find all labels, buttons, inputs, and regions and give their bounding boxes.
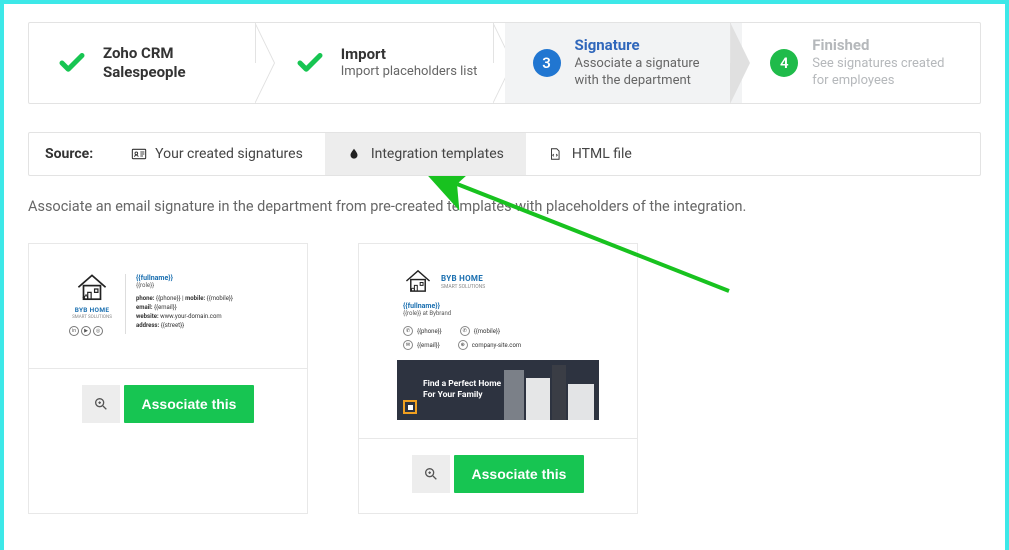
stepper: Zoho CRM Salespeople Import Import place… [28, 22, 981, 104]
step-title: Signature [575, 36, 725, 56]
brand-name: BYB HOME [69, 306, 115, 314]
step-number-badge: 3 [533, 49, 561, 77]
step-title: Zoho CRM Salespeople [103, 44, 249, 83]
instructions-text: Associate an email signature in the depa… [28, 198, 981, 215]
instagram-icon: ◎ [93, 326, 103, 336]
tab-your-signatures[interactable]: Your created signatures [109, 133, 325, 175]
drop-icon [347, 146, 363, 162]
step-zoho-crm[interactable]: Zoho CRM Salespeople [29, 23, 267, 103]
associate-button[interactable]: Associate this [124, 385, 255, 423]
brand-name: BYB HOME [441, 274, 485, 283]
step-desc: Import placeholders list [341, 64, 478, 81]
id-card-icon [131, 146, 147, 162]
youtube-icon: ▶ [81, 326, 91, 336]
phone-icon: ✆ [403, 326, 413, 336]
tab-label: Integration templates [371, 146, 504, 162]
banner: Find a Perfect Home For Your Family [397, 360, 599, 420]
tab-integration-templates[interactable]: Integration templates [325, 133, 526, 175]
step-finished[interactable]: 4 Finished See signatures created for em… [742, 23, 980, 103]
source-tabs: Source: Your created signatures Integrat… [28, 132, 981, 176]
house-logo-icon [403, 268, 433, 294]
step-title: Finished [812, 36, 962, 56]
preview-role: {{role}} [136, 282, 267, 289]
step-desc: Associate a signature with the departmen… [575, 56, 725, 90]
mail-icon: ✉ [403, 340, 413, 350]
template-card[interactable]: BYB HOME SMART SOLUTIONS in ▶ ◎ {{fullna… [28, 243, 308, 514]
linkedin-icon: in [69, 326, 79, 336]
tab-label: Your created signatures [155, 146, 303, 162]
page-frame: Zoho CRM Salespeople Import Import place… [0, 0, 1009, 550]
banner-badge-icon [403, 400, 417, 414]
step-title: Import [341, 45, 478, 65]
tab-html-file[interactable]: HTML file [526, 133, 654, 175]
house-logo-icon [75, 272, 109, 302]
zoom-button[interactable] [82, 385, 120, 423]
magnify-icon [423, 466, 439, 482]
step-import[interactable]: Import Import placeholders list [267, 23, 505, 103]
step-desc: See signatures created for employees [812, 56, 962, 90]
associate-button[interactable]: Associate this [454, 455, 585, 493]
zoom-button[interactable] [412, 455, 450, 493]
signature-preview: BYB HOME SMART SOLUTIONS {{fullname}} {{… [393, 258, 603, 420]
magnify-icon [93, 396, 109, 412]
check-icon [295, 48, 325, 78]
source-label: Source: [29, 146, 109, 162]
brand-sub: SMART SOLUTIONS [441, 284, 485, 290]
tab-label: HTML file [572, 146, 632, 162]
step-signature[interactable]: 3 Signature Associate a signature with t… [505, 23, 743, 103]
check-icon [57, 48, 87, 78]
file-code-icon [548, 146, 564, 162]
template-card[interactable]: BYB HOME SMART SOLUTIONS {{fullname}} {{… [358, 243, 638, 514]
preview-role: {{role}} at Bybrand [403, 310, 593, 317]
preview-fullname: {{fullname}} [136, 274, 267, 282]
step-number-badge: 4 [770, 49, 798, 77]
signature-preview: BYB HOME SMART SOLUTIONS in ▶ ◎ {{fullna… [63, 258, 273, 356]
preview-fullname: {{fullname}} [403, 302, 593, 310]
globe-icon: ⊕ [458, 340, 468, 350]
building-image [504, 360, 599, 420]
brand-sub: SMART SOLUTIONS [69, 315, 115, 320]
template-cards: BYB HOME SMART SOLUTIONS in ▶ ◎ {{fullna… [28, 243, 981, 514]
mobile-icon: ✆ [460, 326, 470, 336]
